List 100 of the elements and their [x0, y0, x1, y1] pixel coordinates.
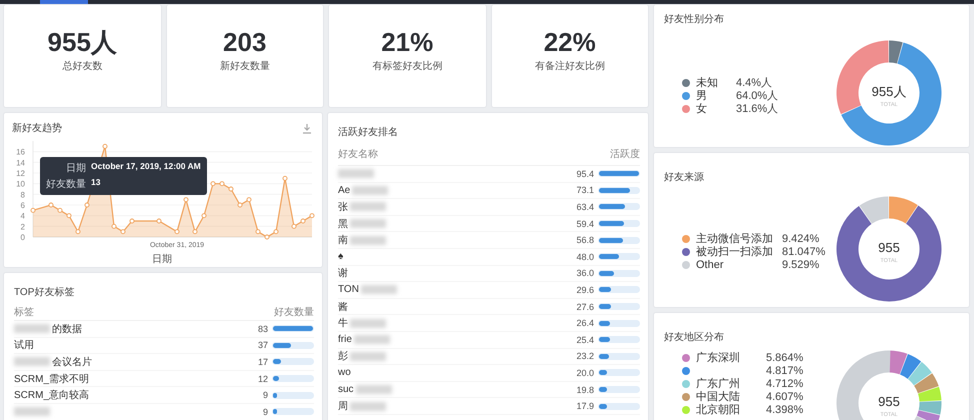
data-point: [256, 229, 260, 234]
data-point: [202, 213, 206, 218]
friend-name: 张: [338, 200, 348, 214]
data-point: [48, 202, 54, 208]
stat-label: 新好友数量: [220, 60, 270, 73]
score-value: 36.0: [575, 268, 594, 278]
card-title: TOP好友标签: [14, 286, 76, 299]
data-point: [282, 176, 288, 181]
friend-name: suc: [338, 384, 354, 396]
tooltip-label: 好友数量: [46, 178, 86, 191]
count-value: 9: [262, 390, 268, 400]
data-point: [120, 229, 126, 234]
legend-label: 主动微信号添加: [696, 233, 773, 245]
axis-tick-label: 0: [20, 233, 25, 242]
score-value: 23.2: [575, 351, 594, 362]
data-point: [192, 229, 198, 234]
score-value: 19.8: [575, 384, 594, 395]
score-value: 17.9: [575, 401, 594, 412]
legend-value: 4.712%: [766, 378, 804, 390]
axis-tick-label: 10: [16, 180, 25, 189]
tab-indicator: [40, 0, 88, 4]
stat-value: 21%: [381, 27, 434, 57]
score-value: 26.4: [575, 318, 594, 328]
data-point: [228, 186, 234, 192]
friend-name: 酱: [338, 300, 348, 314]
score-value: 27.6: [575, 302, 594, 312]
legend-label: 中国大陆: [696, 391, 740, 403]
legend-label: 男: [696, 90, 707, 102]
legend-value: 5.864%: [766, 352, 804, 364]
friend-name: 谢: [338, 266, 348, 280]
axis-tick-label: 12: [16, 169, 25, 178]
donut-total: 955人: [872, 84, 906, 99]
legend-label: 未知: [696, 77, 718, 89]
data-point: [274, 229, 278, 234]
stat-value: 22%: [544, 27, 596, 57]
stat-label: 有备注好友比例: [534, 60, 605, 73]
data-point: [264, 234, 270, 240]
friend-name: frie: [338, 334, 352, 346]
stat-label: 有标签好友比例: [372, 60, 442, 73]
legend-value: 81.047%: [782, 246, 826, 258]
data-point: [30, 208, 36, 213]
column-header: 标签: [14, 306, 34, 319]
data-point: [238, 202, 242, 208]
legend-value: 9.424%: [782, 232, 820, 244]
data-point: [174, 229, 180, 234]
tag-name: 会议名片: [52, 356, 92, 369]
score-value: 95.4: [575, 168, 594, 179]
tag-name: SCRM_意向较高: [14, 388, 90, 402]
score-value: 63.4: [575, 202, 594, 212]
data-point: [292, 224, 296, 229]
count-value: 83: [256, 324, 268, 334]
card-title: 活跃好友排名: [338, 126, 399, 139]
stat-label: 总好友数: [62, 60, 102, 73]
tooltip-value: 13: [91, 177, 100, 189]
score-value: 48.0: [575, 252, 594, 262]
column-header: 活跃度: [610, 148, 640, 161]
friend-name: wo: [338, 367, 351, 378]
column-header: 好友数量: [274, 306, 314, 319]
friend-name: TON: [338, 284, 359, 296]
axis-title: 日期: [152, 252, 172, 266]
legend-label: 女: [696, 103, 707, 115]
axis-tick-label: 4: [20, 212, 25, 221]
legend-value: 4.398%: [766, 404, 804, 416]
legend-value: 4.817%: [766, 364, 804, 376]
legend-value: 31.6%人: [736, 102, 778, 116]
friend-name: 周: [338, 400, 348, 414]
data-point: [310, 213, 314, 218]
tag-name: 试用: [14, 338, 34, 352]
legend-value: 9.529%: [782, 258, 820, 270]
score-value: 29.6: [575, 284, 594, 295]
score-value: 59.4: [575, 218, 594, 229]
data-point: [66, 213, 72, 218]
data-point: [76, 229, 80, 234]
donut-total: 955: [878, 240, 900, 255]
axis-tick-label: 6: [20, 201, 25, 210]
score-value: 73.1: [575, 185, 594, 196]
legend-value: 64.0%人: [736, 89, 778, 103]
data-point: [246, 197, 252, 202]
download-icon[interactable]: [302, 122, 312, 134]
data-point: [210, 181, 216, 186]
count-value: 17: [256, 356, 268, 367]
card-title: 好友性别分布: [664, 14, 724, 25]
legend-label: 北京朝阳: [696, 404, 740, 416]
axis-tick-label: 14: [16, 158, 25, 168]
data-point: [156, 218, 162, 224]
column-header: 好友名称: [338, 148, 378, 161]
data-point: [300, 218, 306, 224]
score-value: 56.8: [575, 235, 594, 246]
count-value: 37: [256, 340, 268, 350]
data-point: [102, 144, 108, 149]
friend-name: 南: [338, 234, 348, 248]
friend-name: Ae: [338, 184, 350, 196]
friend-name: 黑: [338, 218, 348, 231]
data-point: [84, 202, 90, 208]
friend-name: ♠: [338, 251, 344, 262]
count-value: 12: [256, 374, 268, 384]
data-point: [184, 197, 188, 202]
tag-name: 的数据: [52, 322, 82, 336]
donut-total: 955: [878, 394, 900, 409]
data-point: [220, 181, 224, 186]
